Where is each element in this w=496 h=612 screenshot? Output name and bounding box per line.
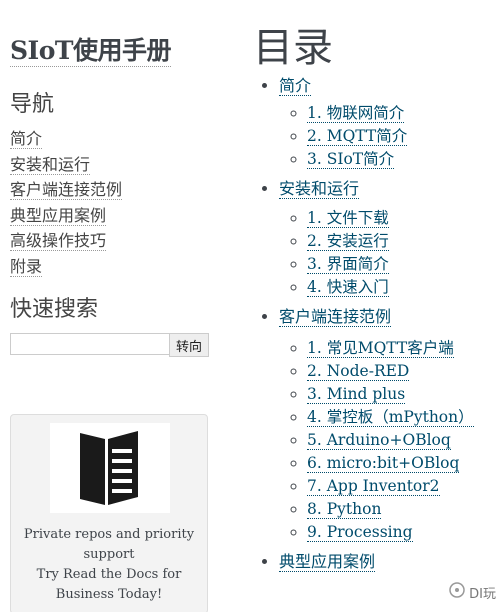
search-go-button[interactable]: 转向 bbox=[169, 333, 209, 357]
watermark-text: DI玩 bbox=[469, 586, 496, 602]
toc-item: 1. 物联网简介 bbox=[307, 102, 493, 125]
open-book-icon bbox=[50, 423, 170, 513]
toc-section: 安装和运行 1. 文件下载 2. 安装运行 3. 界面简介 4. 快速入门 bbox=[279, 177, 493, 299]
nav-item: 高级操作技巧 bbox=[10, 228, 122, 254]
toc-item: 3. 界面简介 bbox=[307, 253, 493, 276]
toc-item-link[interactable]: 3. SIoT简介 bbox=[307, 150, 395, 169]
toc-item-link[interactable]: 7. App Inventor2 bbox=[307, 477, 440, 496]
toc-item-link[interactable]: 1. 文件下载 bbox=[307, 209, 389, 228]
nav-heading: 导航 bbox=[10, 92, 55, 117]
toc-section-link[interactable]: 安装和运行 bbox=[279, 179, 360, 199]
nav-item: 安装和运行 bbox=[10, 152, 122, 178]
nav-item: 简介 bbox=[10, 126, 122, 152]
toc-item: 9. Processing bbox=[307, 521, 493, 544]
search-heading: 快速搜索 bbox=[10, 297, 99, 322]
sponsor-line: Try Read the Docs for bbox=[36, 567, 182, 582]
toc-item: 6. micro:bit+OBloq bbox=[307, 452, 493, 475]
toc-item-link[interactable]: 2. 安装运行 bbox=[307, 232, 389, 251]
nav-item: 典型应用案例 bbox=[10, 203, 122, 229]
watermark-logo-icon bbox=[449, 582, 465, 602]
sponsor-line: support bbox=[83, 547, 135, 562]
toc-item: 5. Arduino+OBloq bbox=[307, 429, 493, 452]
page-title: 目录 bbox=[253, 25, 333, 71]
nav-list: 简介 安装和运行 客户端连接范例 典型应用案例 高级操作技巧 附录 bbox=[10, 126, 123, 280]
toc-item: 7. App Inventor2 bbox=[307, 475, 493, 498]
toc-item: 2. 安装运行 bbox=[307, 230, 493, 253]
watermark: DI玩 bbox=[449, 582, 496, 602]
toc-subsection-list: 1. 物联网简介 2. MQTT简介 3. SIoT简介 bbox=[279, 102, 493, 171]
nav-link-intro[interactable]: 简介 bbox=[10, 129, 43, 149]
toc-item-link[interactable]: 5. Arduino+OBloq bbox=[307, 431, 451, 450]
toc-item-link[interactable]: 4. 掌控板（mPython） bbox=[307, 408, 474, 427]
toc-item-link[interactable]: 2. MQTT简介 bbox=[307, 127, 408, 146]
toc-item: 2. MQTT简介 bbox=[307, 125, 493, 148]
toc-section-link[interactable]: 简介 bbox=[279, 76, 312, 96]
project-title-link[interactable]: SIoT使用手册 bbox=[10, 36, 172, 67]
search-form: 转向 bbox=[10, 333, 209, 357]
sponsor-ad[interactable]: Private repos and priority support Try R… bbox=[10, 414, 208, 612]
main-content: 目录 简介 1. 物联网简介 2. MQTT简介 3. SIoT简介 安装和运行… bbox=[253, 22, 493, 574]
toc-item: 3. Mind plus bbox=[307, 383, 493, 406]
nav-item: 附录 bbox=[10, 254, 122, 280]
nav-link-install[interactable]: 安装和运行 bbox=[10, 154, 91, 175]
toc-item: 1. 文件下载 bbox=[307, 207, 493, 230]
nav-link-appendix[interactable]: 附录 bbox=[10, 256, 43, 277]
toc-section-link[interactable]: 典型应用案例 bbox=[279, 552, 376, 572]
toc-item-link[interactable]: 3. 界面简介 bbox=[307, 255, 389, 274]
toc-subsection-list: 1. 常见MQTT客户端 2. Node-RED 3. Mind plus 4.… bbox=[279, 337, 493, 544]
toc-item-link[interactable]: 8. Python bbox=[307, 500, 382, 519]
search-input[interactable] bbox=[10, 333, 170, 355]
sponsor-text: Private repos and priority support Try R… bbox=[11, 525, 207, 605]
toc-section-link[interactable]: 客户端连接范例 bbox=[279, 307, 392, 327]
nav-item: 客户端连接范例 bbox=[10, 177, 123, 203]
nav-link-use-cases[interactable]: 典型应用案例 bbox=[10, 205, 107, 226]
toc-item-link[interactable]: 2. Node-RED bbox=[307, 362, 410, 381]
toc-item-link[interactable]: 4. 快速入门 bbox=[307, 278, 389, 297]
toc-item: 4. 掌控板（mPython） bbox=[307, 406, 493, 429]
page: SIoT使用手册 导航 简介 安装和运行 客户端连接范例 典型应用案例 高级操作… bbox=[0, 0, 496, 612]
sponsor-line: Business Today! bbox=[55, 587, 163, 602]
toc-item: 2. Node-RED bbox=[307, 360, 493, 383]
toc-section: 客户端连接范例 1. 常见MQTT客户端 2. Node-RED 3. Mind… bbox=[279, 305, 493, 544]
nav-link-client-examples[interactable]: 客户端连接范例 bbox=[10, 180, 123, 200]
sidebar: SIoT使用手册 导航 简介 安装和运行 客户端连接范例 典型应用案例 高级操作… bbox=[10, 36, 210, 612]
nav-link-advanced[interactable]: 高级操作技巧 bbox=[10, 231, 107, 251]
toc-item-link[interactable]: 3. Mind plus bbox=[307, 385, 406, 404]
toc-item: 8. Python bbox=[307, 498, 493, 521]
toc-item: 3. SIoT简介 bbox=[307, 148, 493, 171]
toc-section: 简介 1. 物联网简介 2. MQTT简介 3. SIoT简介 bbox=[279, 74, 493, 171]
toc-item-link[interactable]: 6. micro:bit+OBloq bbox=[307, 454, 460, 473]
toc-item-link[interactable]: 1. 常见MQTT客户端 bbox=[307, 339, 454, 358]
table-of-contents: 简介 1. 物联网简介 2. MQTT简介 3. SIoT简介 安装和运行 1.… bbox=[253, 74, 493, 574]
toc-item: 1. 常见MQTT客户端 bbox=[307, 337, 493, 360]
toc-section: 典型应用案例 bbox=[279, 550, 493, 574]
sponsor-line: Private repos and priority bbox=[23, 527, 195, 542]
toc-subsection-list: 1. 文件下载 2. 安装运行 3. 界面简介 4. 快速入门 bbox=[279, 207, 493, 299]
toc-item-link[interactable]: 9. Processing bbox=[307, 523, 413, 542]
toc-item-link[interactable]: 1. 物联网简介 bbox=[307, 104, 405, 123]
toc-item: 4. 快速入门 bbox=[307, 276, 493, 299]
